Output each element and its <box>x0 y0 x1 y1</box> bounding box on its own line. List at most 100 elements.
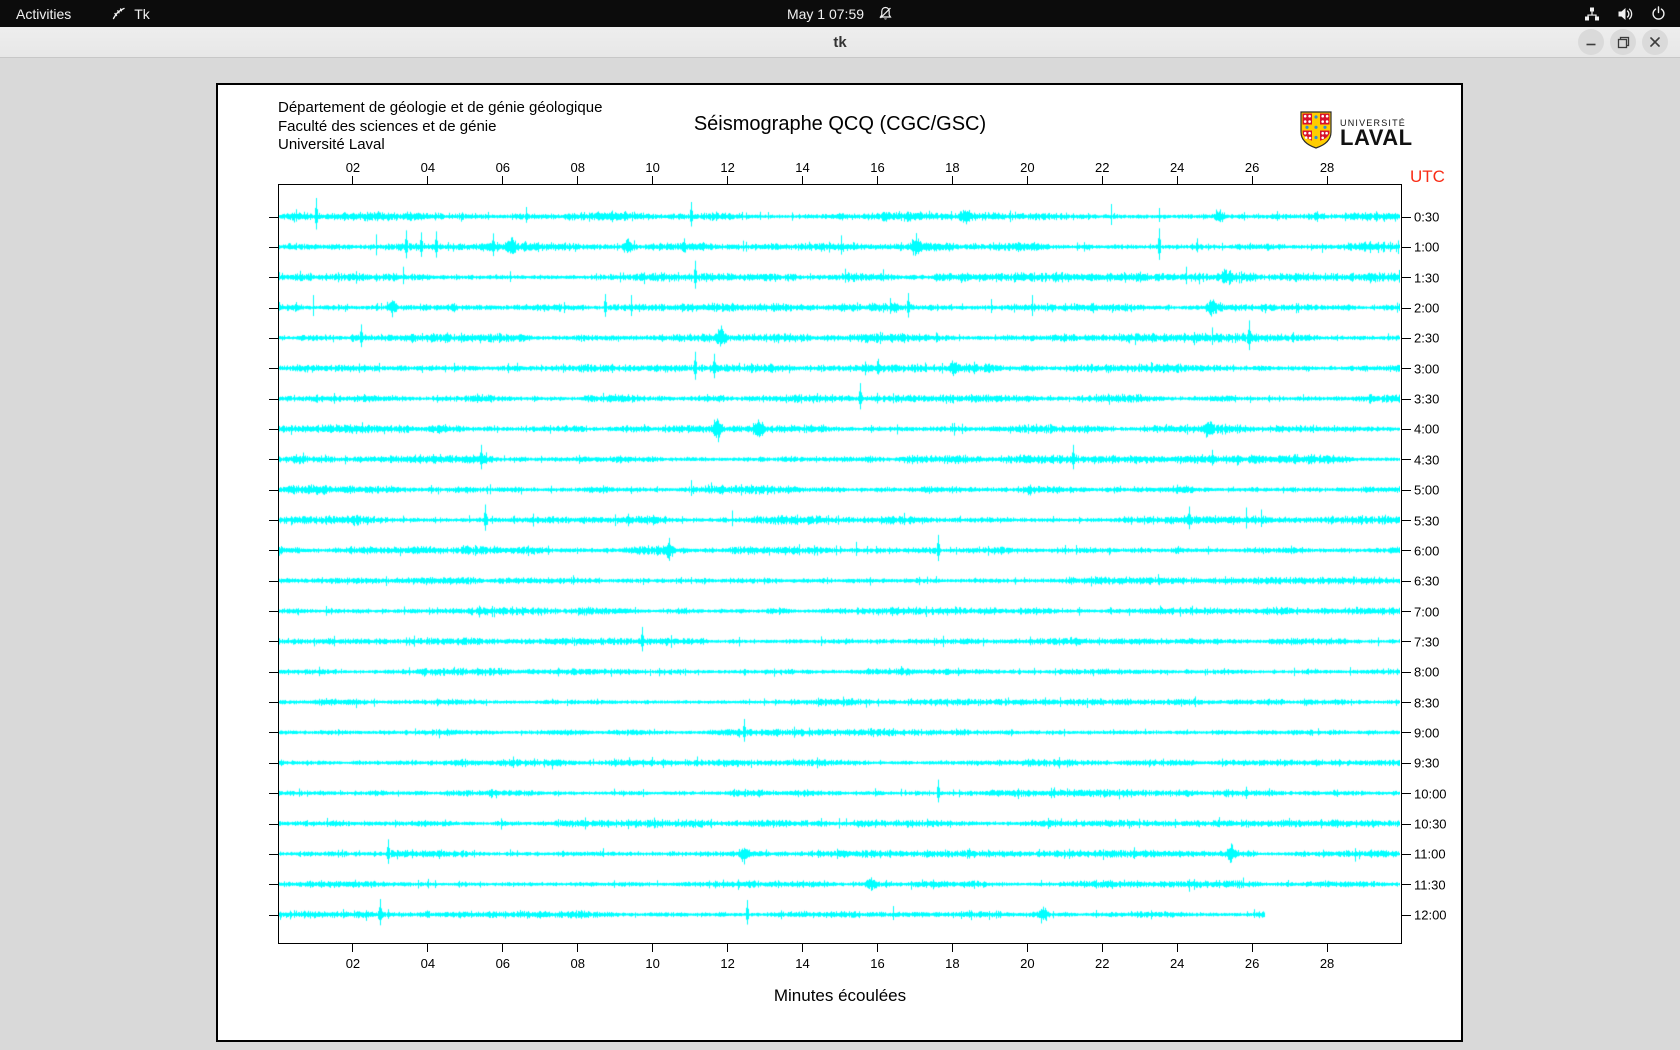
volume-icon[interactable] <box>1617 6 1634 22</box>
utc-time-label: 8:00 <box>1414 664 1440 680</box>
x-axis-tick-label-top: 22 <box>1095 160 1110 175</box>
tk-feather-icon <box>111 6 126 21</box>
trace-tick-left <box>269 884 278 886</box>
app-indicator-tk[interactable]: Tk <box>111 6 150 22</box>
trace-tick-left <box>269 914 278 916</box>
x-axis-tick-label-top: 14 <box>795 160 810 175</box>
x-axis-tick-label-bottom: 06 <box>495 956 511 971</box>
x-axis-tick-label-top: 28 <box>1319 160 1335 175</box>
x-axis-tick-label-top: 10 <box>645 160 660 175</box>
x-axis-tick-label-top: 24 <box>1169 160 1185 175</box>
clock-menu[interactable]: May 1 07:59 <box>787 0 893 27</box>
x-axis-tick-label-bottom: 02 <box>345 956 361 971</box>
utc-time-label: 5:30 <box>1414 513 1440 528</box>
x-axis-tick-top <box>1026 176 1028 184</box>
gnome-top-bar: Activities Tk May 1 07:59 <box>0 0 1680 27</box>
trace-tick-left <box>269 732 278 734</box>
trace-tick-right <box>1402 823 1411 825</box>
trace-tick-right <box>1402 702 1411 704</box>
trace-tick-left <box>269 398 278 400</box>
trace-tick-right <box>1402 641 1411 643</box>
trace-tick-right <box>1402 368 1411 370</box>
utc-time-label: 2:30 <box>1414 330 1440 346</box>
logo-large-text: LAVAL <box>1340 125 1413 150</box>
trace-tick-left <box>269 277 278 279</box>
x-axis-tick-label-bottom: 20 <box>1020 956 1035 971</box>
trace-tick-right <box>1402 671 1411 673</box>
trace-tick-left <box>269 307 278 309</box>
x-axis-tick-bottom <box>1101 944 1103 952</box>
trace-tick-left <box>269 246 278 248</box>
trace-tick-right <box>1402 550 1411 552</box>
clock-text: May 1 07:59 <box>786 5 865 22</box>
minimize-icon <box>1586 43 1596 46</box>
x-axis-tick-top <box>1176 176 1178 184</box>
x-axis-tick-bottom <box>652 944 654 952</box>
network-wired-icon[interactable] <box>1584 6 1600 22</box>
trace-tick-left <box>269 702 278 704</box>
utc-time-label: 3:00 <box>1414 361 1440 377</box>
x-axis-tick-top <box>577 176 579 184</box>
trace-tick-right <box>1402 853 1411 855</box>
x-axis-tick-bottom <box>1251 944 1253 952</box>
utc-time-label: 10:30 <box>1414 816 1447 832</box>
x-axis-tick-top <box>1326 176 1328 184</box>
seismogram-trace-canvas <box>279 185 1400 942</box>
x-axis-tick-label-bottom: 04 <box>420 956 436 971</box>
utc-time-label: 4:30 <box>1414 452 1440 468</box>
utc-time-label: 1:00 <box>1414 239 1440 255</box>
trace-tick-left <box>269 459 278 461</box>
x-axis-tick-top <box>502 176 504 184</box>
x-axis-tick-bottom <box>1026 944 1028 952</box>
trace-tick-left <box>269 337 278 339</box>
x-axis-tick-bottom <box>876 944 878 952</box>
maximize-icon <box>1617 36 1629 48</box>
tk-window-body: Département de géologie et de génie géol… <box>0 58 1680 1050</box>
x-axis-tick-top <box>951 176 953 184</box>
x-axis-tick-label-bottom: 14 <box>795 956 810 971</box>
utc-time-label: 10:00 <box>1414 786 1447 802</box>
x-axis-tick-top <box>652 176 654 184</box>
trace-tick-left <box>269 611 278 613</box>
close-button[interactable] <box>1642 29 1668 55</box>
window-titlebar[interactable]: tk <box>0 27 1680 58</box>
utc-time-label: 9:00 <box>1414 725 1440 741</box>
trace-tick-right <box>1402 732 1411 734</box>
window-title: tk <box>833 34 847 51</box>
utc-time-label: 7:00 <box>1414 604 1440 620</box>
power-icon[interactable] <box>1651 6 1666 21</box>
x-axis-tick-label-top: 12 <box>720 160 735 175</box>
x-axis-tick-label-top: 26 <box>1244 160 1260 175</box>
app-indicator-label: Tk <box>134 5 150 22</box>
trace-tick-right <box>1402 520 1411 521</box>
x-axis-tick-top <box>352 176 354 184</box>
trace-tick-right <box>1402 914 1411 916</box>
x-axis-tick-bottom <box>502 944 504 952</box>
x-axis-tick-bottom <box>1176 944 1178 952</box>
x-axis-tick-bottom <box>951 944 953 952</box>
maximize-button[interactable] <box>1610 29 1636 55</box>
x-axis-tick-label-bottom: 12 <box>720 956 735 971</box>
x-axis-tick-top <box>727 176 729 184</box>
utc-time-label: 4:00 <box>1414 421 1440 437</box>
utc-time-label: 12:00 <box>1414 907 1447 923</box>
minimize-button[interactable] <box>1578 29 1604 55</box>
trace-tick-right <box>1402 793 1411 795</box>
x-axis-tick-bottom <box>727 944 729 952</box>
utc-time-label: 7:30 <box>1414 634 1440 650</box>
seismograph-sheet: Département de géologie et de génie géol… <box>216 83 1463 1042</box>
activities-button[interactable]: Activities <box>16 6 71 22</box>
x-axis-tick-label-bottom: 16 <box>870 956 885 971</box>
x-axis-tick-bottom <box>352 944 354 952</box>
utc-time-label: 8:30 <box>1414 695 1440 711</box>
utc-time-label: 0:30 <box>1414 209 1440 225</box>
universite-laval-logo: UNIVERSITÉ LAVAL <box>1300 111 1413 154</box>
x-axis-tick-top <box>1251 176 1253 184</box>
trace-tick-right <box>1402 489 1411 491</box>
utc-time-label: 1:30 <box>1414 270 1440 286</box>
x-axis-tick-top <box>427 176 429 184</box>
x-axis-tick-label-bottom: 24 <box>1169 956 1185 971</box>
trace-tick-right <box>1402 459 1411 461</box>
x-axis-tick-label-top: 04 <box>420 160 436 175</box>
x-axis-tick-top <box>802 176 804 184</box>
